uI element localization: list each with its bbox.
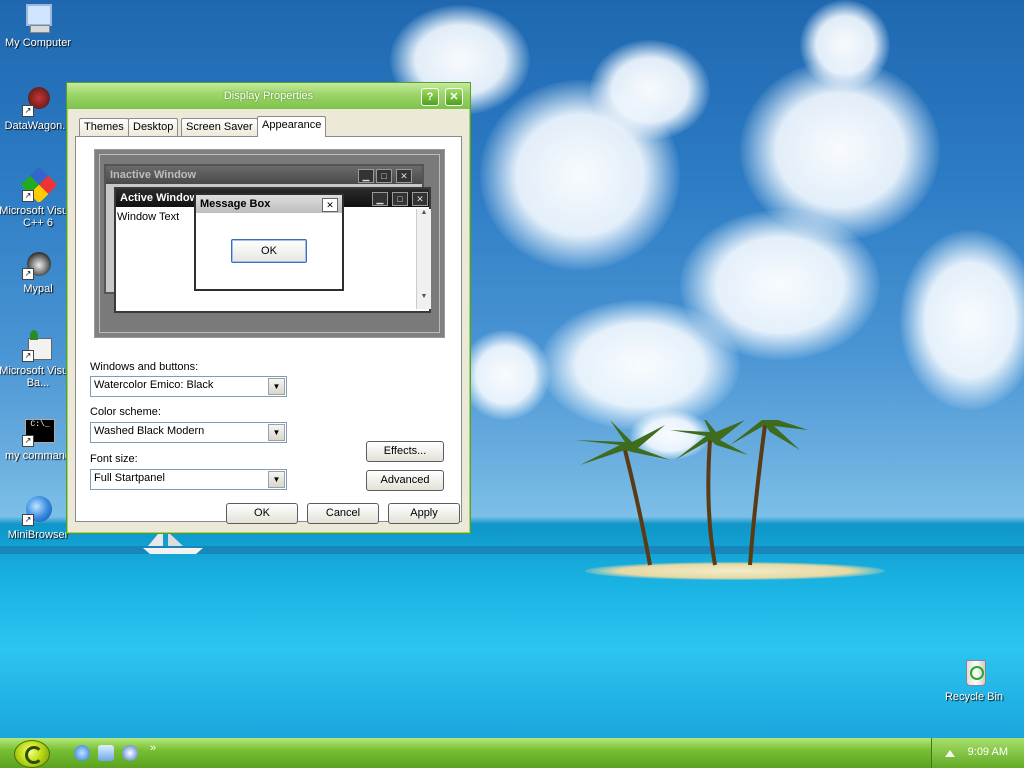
computer-icon [22,2,54,34]
appearance-preview: Inactive Window ▁ □ ✕ Active Window ▁ □ … [94,149,445,338]
windows-and-buttons-value: Watercolor Emico: Black [94,379,214,391]
minibrowser-icon: ↗ [22,494,54,526]
internet-explorer-icon[interactable] [74,745,90,761]
scroll-up-icon: ▲ [420,209,428,216]
maximize-icon: □ [392,192,408,206]
clock[interactable]: 9:09 AM [968,746,1008,758]
quicklaunch-chevron[interactable]: » [150,742,156,754]
cancel-button[interactable]: Cancel [307,503,379,524]
inactive-window-title: Inactive Window [106,166,422,184]
windows-and-buttons-label: Windows and buttons: [90,361,199,373]
command-prompt-icon: C:\_ ↗ [22,415,55,447]
dialog-titlebar[interactable]: Display Properties ? ✕ [67,83,470,109]
system-tray: 9:09 AM [931,738,1024,768]
taskbar: » 9:09 AM [0,738,1024,768]
datawagon-icon: ↗ [22,85,54,117]
help-button[interactable]: ? [421,88,439,106]
tab-screen-saver[interactable]: Screen Saver [181,118,258,136]
desktop-icon-my-computer[interactable]: My Computer [0,2,78,49]
display-properties-dialog: Display Properties ? ✕ Themes Desktop Sc… [66,82,471,534]
tab-desktop[interactable]: Desktop [128,118,179,136]
windows-and-buttons-select[interactable]: Watercolor Emico: Black ▼ [90,376,287,397]
message-box-ok-button: OK [231,239,307,263]
chevron-down-icon[interactable]: ▼ [268,378,285,395]
minimize-icon: ▁ [372,192,388,206]
preview-message-box: Message Box ✕ OK [194,193,344,291]
font-size-value: Full Startpanel [94,472,165,484]
chevron-down-icon[interactable]: ▼ [268,424,285,441]
appearance-panel: Inactive Window ▁ □ ✕ Active Window ▁ □ … [75,136,462,522]
effects-button[interactable]: Effects... [366,441,444,462]
font-size-label: Font size: [90,453,138,465]
tab-themes[interactable]: Themes [79,118,129,136]
visual-cpp-icon: ↗ [20,166,58,204]
preview-scrollbar: ▲ ▼ [416,209,431,309]
media-player-icon[interactable] [122,745,138,761]
maximize-icon: □ [376,169,392,183]
preview-active-window: Active Window ▁ □ ✕ Window Text ▲ ▼ Mess… [114,187,431,313]
color-scheme-value: Washed Black Modern [94,425,205,437]
chevron-down-icon[interactable]: ▼ [268,471,285,488]
cloud [540,300,740,430]
minimize-icon: ▁ [358,169,374,183]
font-size-select[interactable]: Full Startpanel ▼ [90,469,287,490]
advanced-button[interactable]: Advanced [366,470,444,491]
recycle-bin-icon [958,656,990,688]
apply-button[interactable]: Apply [388,503,460,524]
palm-trees [575,420,808,566]
dialog-title: Display Properties [223,90,314,102]
desktop-icon-label: Recycle Bin [944,691,1004,703]
cloud [460,330,550,420]
cloud [590,40,710,140]
close-icon: ✕ [412,192,428,206]
raccoon-icon: ↗ [22,248,54,280]
close-icon: ✕ [322,198,338,212]
ok-button[interactable]: OK [226,503,298,524]
network-icon[interactable] [944,746,956,758]
window-text: Window Text [117,211,180,223]
message-box-title: Message Box [196,195,342,213]
close-button[interactable]: ✕ [445,88,463,106]
cloud [800,0,890,90]
start-button[interactable] [14,740,50,768]
start-logo-icon [25,746,43,764]
visual-basic-icon: ↗ [22,330,54,362]
color-scheme-select[interactable]: Washed Black Modern ▼ [90,422,287,443]
scroll-down-icon: ▼ [420,293,428,300]
cloud [900,230,1024,410]
dialog-body: Themes Desktop Screen Saver Appearance I… [71,109,466,529]
desktop-icon-label: My Computer [4,37,72,49]
show-desktop-icon[interactable] [98,745,114,761]
desktop-icon-recycle-bin[interactable]: Recycle Bin [934,656,1014,703]
color-scheme-label: Color scheme: [90,406,161,418]
close-icon: ✕ [396,169,412,183]
tab-appearance[interactable]: Appearance [257,116,327,137]
